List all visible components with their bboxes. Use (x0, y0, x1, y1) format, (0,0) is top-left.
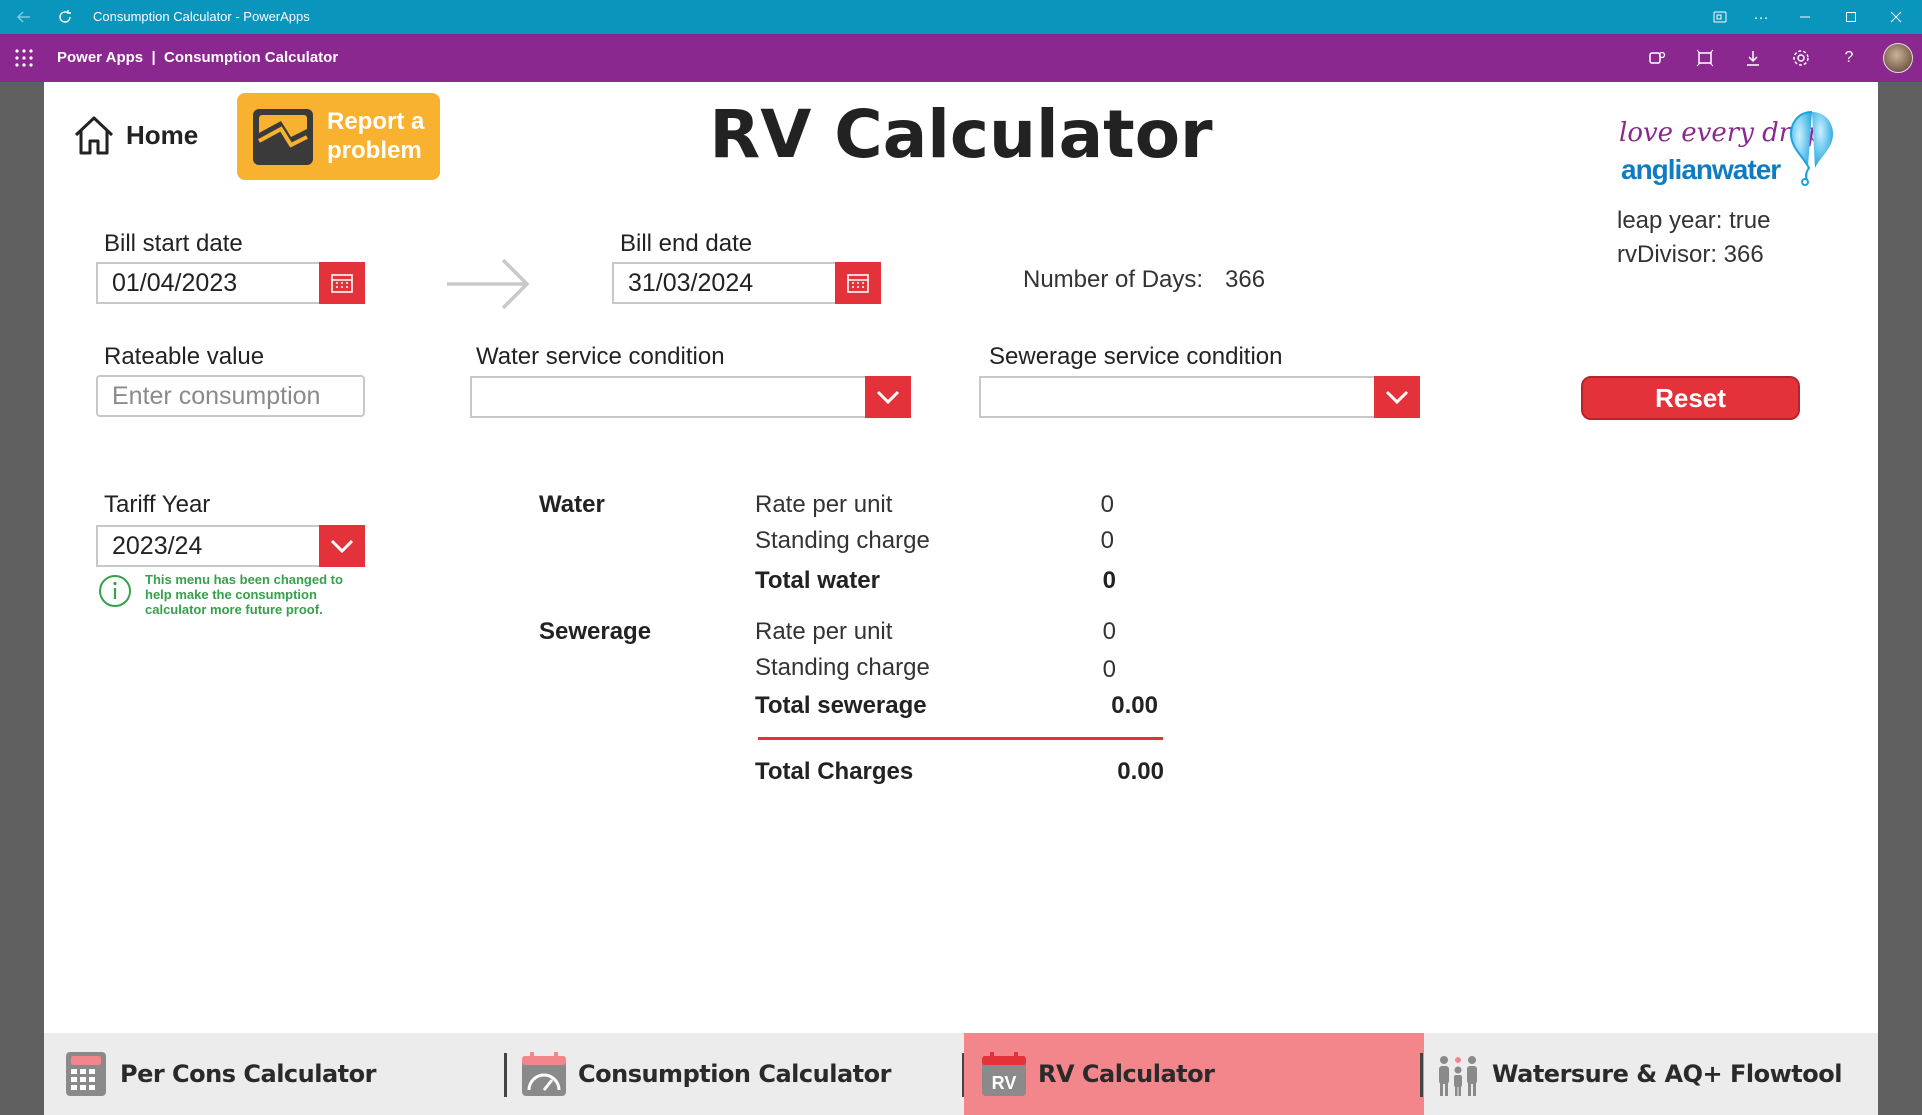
settings-gear-icon[interactable] (1790, 47, 1812, 69)
total-water-label: Total water (755, 567, 880, 594)
sewerage-condition-label: Sewerage service condition (989, 343, 1283, 370)
svg-text:RV: RV (992, 1073, 1017, 1093)
rv-calendar-icon: RV (982, 1052, 1026, 1096)
gauge-calendar-icon (522, 1052, 566, 1096)
window-titlebar: Consumption Calculator - PowerApps ··· (0, 0, 1922, 34)
app-canvas: Home Report a problem RV Calculator love… (44, 82, 1878, 1115)
reset-button[interactable]: Reset (1581, 376, 1800, 420)
totals-divider (758, 737, 1163, 740)
close-window-icon[interactable] (1886, 7, 1906, 27)
water-section-title: Water (539, 491, 605, 518)
sewer-rate-value: 0 (1102, 618, 1116, 645)
refresh-icon[interactable] (55, 7, 75, 27)
teams-icon[interactable] (1646, 47, 1668, 69)
nav-watersure-flowtool[interactable]: Watersure & AQ+ Flowtool (1434, 1033, 1874, 1115)
dock-icon[interactable] (1710, 7, 1730, 27)
water-drop-icon (1789, 111, 1833, 186)
back-arrow-icon[interactable] (14, 7, 34, 27)
nav-watersure-label: Watersure & AQ+ Flowtool (1492, 1060, 1842, 1088)
rateable-value-input[interactable]: Enter consumption (96, 375, 365, 417)
maximize-icon[interactable] (1841, 7, 1861, 27)
nav-rv-label: RV Calculator (1038, 1060, 1215, 1088)
bill-start-value: 01/04/2023 (112, 268, 238, 297)
bill-start-date-field[interactable]: 01/04/2023 (96, 262, 365, 304)
total-sewerage-value: 0.00 (1111, 692, 1158, 719)
rateable-placeholder: Enter consumption (112, 381, 321, 410)
right-arrow-icon (447, 258, 530, 310)
tariff-year-dropdown[interactable]: 2023/24 (96, 525, 365, 567)
number-of-days-value: 366 (1225, 266, 1266, 293)
total-water-value: 0 (1102, 567, 1116, 594)
leap-year-debug: leap year: true (1617, 207, 1771, 234)
water-condition-dropdown[interactable] (470, 376, 911, 418)
bill-start-calendar-button[interactable] (319, 262, 365, 304)
info-icon (99, 575, 131, 607)
total-charges-value: 0.00 (1117, 758, 1164, 785)
sewerage-condition-dropdown[interactable] (979, 376, 1420, 418)
water-condition-label: Water service condition (476, 343, 725, 370)
tariff-year-label: Tariff Year (104, 491, 211, 518)
bill-start-label: Bill start date (104, 230, 243, 257)
sewerage-condition-toggle[interactable] (1374, 376, 1420, 418)
nav-separator (504, 1053, 507, 1097)
minimize-icon[interactable] (1795, 7, 1815, 27)
help-icon[interactable]: ? (1838, 47, 1860, 69)
user-avatar[interactable] (1883, 43, 1913, 73)
calendar-icon (847, 274, 869, 293)
bill-end-label: Bill end date (620, 230, 753, 257)
sewer-rate-label: Rate per unit (755, 618, 893, 645)
water-rate-label: Rate per unit (755, 491, 893, 518)
water-standing-value: 0 (1100, 527, 1114, 554)
window-title: Consumption Calculator - PowerApps (93, 9, 310, 24)
bottom-nav: Per Cons Calculator Consumption Calculat… (44, 1033, 1878, 1115)
more-options-icon[interactable]: ··· (1751, 7, 1771, 27)
calendar-icon (331, 274, 353, 293)
chevron-down-icon (1385, 390, 1409, 404)
water-rate-value: 0 (1100, 491, 1114, 518)
bill-end-calendar-button[interactable] (835, 262, 881, 304)
number-of-days-label: Number of Days: (1023, 266, 1204, 293)
nav-separator (1420, 1053, 1423, 1097)
tariff-year-value: 2023/24 (112, 531, 203, 560)
anglian-water-logo: love every drop anglianwater (1619, 110, 1839, 190)
bill-end-date-field[interactable]: 31/03/2024 (612, 262, 881, 304)
download-icon[interactable] (1742, 47, 1764, 69)
family-icon (1439, 1056, 1477, 1096)
app-header: Power Apps | Consumption Calculator ? (0, 34, 1922, 82)
total-charges-label: Total Charges (755, 758, 914, 785)
fit-screen-icon[interactable] (1694, 47, 1716, 69)
rv-divisor-debug: rvDivisor: 366 (1617, 241, 1764, 268)
tariff-year-toggle[interactable] (319, 525, 365, 567)
page-title: RV Calculator (709, 96, 1213, 173)
calculator-icon (66, 1052, 106, 1096)
tariff-note: This menu has been changed to help make … (145, 572, 343, 617)
sewerage-section-title: Sewerage (539, 618, 652, 645)
nav-per-cons-label: Per Cons Calculator (120, 1060, 376, 1088)
water-condition-toggle[interactable] (865, 376, 911, 418)
rateable-value-label: Rateable value (104, 343, 265, 370)
nav-consumption-calculator[interactable]: Consumption Calculator (520, 1033, 990, 1115)
app-brand: Power Apps | Consumption Calculator (57, 49, 339, 66)
app-launcher-icon[interactable] (14, 48, 34, 68)
sewer-standing-value: 0 (1102, 656, 1116, 683)
nav-per-cons-calculator[interactable]: Per Cons Calculator (62, 1033, 532, 1115)
water-standing-label: Standing charge (755, 527, 930, 554)
chevron-down-icon (330, 539, 354, 553)
bill-end-value: 31/03/2024 (628, 268, 754, 297)
logo-name: anglianwater (1621, 154, 1781, 185)
nav-consumption-label: Consumption Calculator (578, 1060, 891, 1088)
nav-rv-calculator[interactable]: RV RV Calculator (964, 1033, 1424, 1115)
total-sewerage-label: Total sewerage (755, 692, 927, 719)
chevron-down-icon (876, 390, 900, 404)
sewer-standing-label: Standing charge (755, 654, 930, 681)
